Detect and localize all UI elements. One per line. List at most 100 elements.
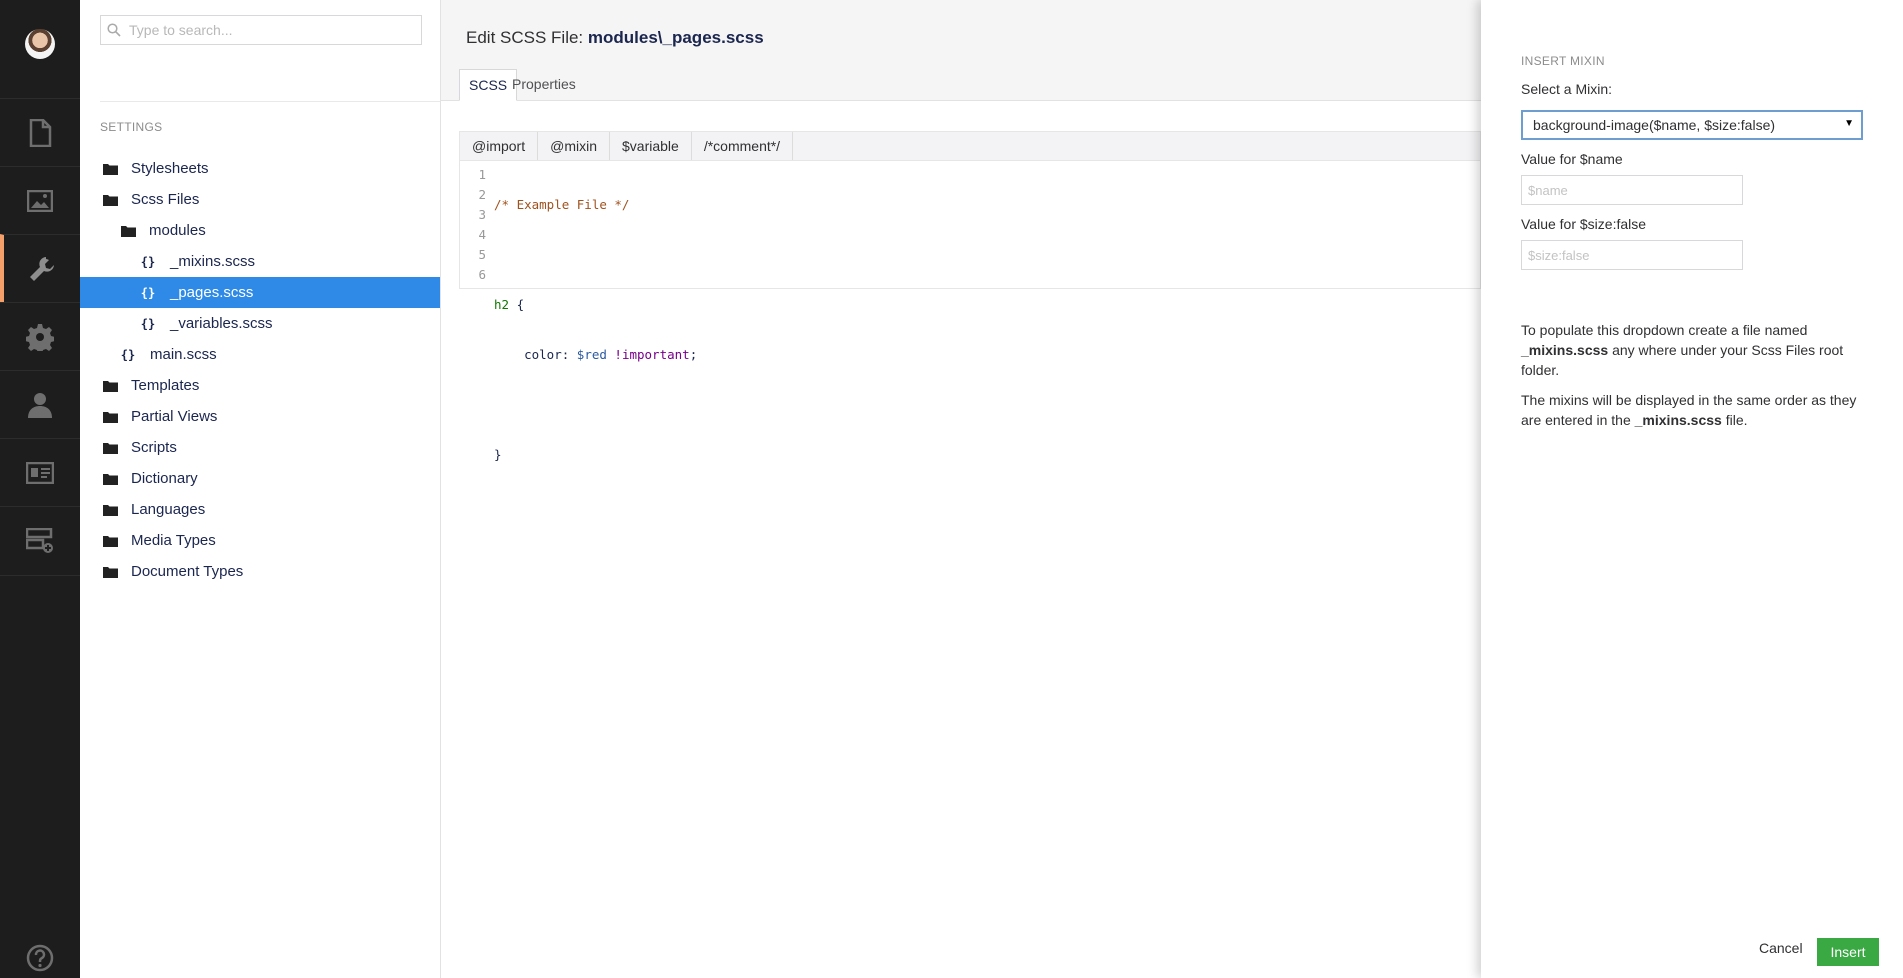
page-title-file: modules\_pages.scss xyxy=(587,28,764,47)
file-braces-icon: {} xyxy=(120,347,136,362)
mixin-select[interactable]: background-image($name, $size:false) ▼ xyxy=(1521,110,1863,140)
tab-properties[interactable]: Properties xyxy=(503,68,585,100)
insert-comment-button[interactable]: /*comment*/ xyxy=(692,132,794,160)
file-braces-icon: {} xyxy=(140,254,156,269)
settings-section-button[interactable] xyxy=(0,234,80,303)
tree-node-label: Scripts xyxy=(131,439,177,456)
tree-node-label: Scss Files xyxy=(131,191,200,208)
line-number: 4 xyxy=(478,227,486,242)
tree-node-mixins-scss[interactable]: {} _mixins.scss xyxy=(80,246,440,277)
page-title-prefix: Edit SCSS File: xyxy=(466,28,584,47)
document-icon xyxy=(29,119,52,147)
name-value-label: Value for $name xyxy=(1521,151,1623,167)
tree-node-label: Document Types xyxy=(131,563,244,580)
person-icon xyxy=(28,393,52,418)
tree-node-scss-files[interactable]: Scss Files xyxy=(80,184,440,215)
insert-mixin-button[interactable]: @mixin xyxy=(538,132,610,160)
tree-search[interactable] xyxy=(100,15,422,45)
user-avatar[interactable] xyxy=(25,29,55,59)
code-toolbar: @import @mixin $variable /*comment*/ xyxy=(459,131,1481,161)
line-number: 3 xyxy=(478,207,486,222)
tree-node-stylesheets[interactable]: Stylesheets xyxy=(80,153,440,184)
folder-icon xyxy=(120,223,136,239)
code-comment: /* Example File */ xyxy=(494,197,630,212)
settings-tree-panel: SETTINGS Stylesheets Scss Files modules … xyxy=(80,0,441,978)
tree-node-pages-scss[interactable]: {} _pages.scss xyxy=(80,277,440,308)
code-brace: { xyxy=(509,297,525,312)
tree-node-scripts[interactable]: Scripts xyxy=(80,432,440,463)
dialog-title: INSERT MIXIN xyxy=(1521,54,1605,68)
code-line: color: $red !important; xyxy=(494,345,697,365)
search-input[interactable] xyxy=(127,21,411,39)
folder-icon xyxy=(102,409,118,425)
line-number: 5 xyxy=(478,247,486,262)
users-section-button[interactable] xyxy=(0,370,80,439)
tree-node-modules[interactable]: modules xyxy=(80,215,440,246)
help-text: To populate this dropdown create a file … xyxy=(1521,322,1808,338)
tree-node-label: Templates xyxy=(131,377,200,394)
tree-node-languages[interactable]: Languages xyxy=(80,494,440,525)
cancel-button[interactable]: Cancel xyxy=(1759,940,1803,956)
tree-node-partial-views[interactable]: Partial Views xyxy=(80,401,440,432)
help-icon[interactable] xyxy=(26,944,54,972)
code-editor[interactable]: 1 2 3 4 5 6 /* Example File */ h2 { colo… xyxy=(459,161,1481,462)
folder-icon xyxy=(102,192,118,208)
select-mixin-label: Select a Mixin: xyxy=(1521,81,1613,97)
dropdown-caret-icon: ▼ xyxy=(1844,118,1854,129)
tree-node-label: main.scss xyxy=(150,346,217,363)
insert-button[interactable]: Insert xyxy=(1817,938,1879,966)
code-property: color: xyxy=(494,347,577,362)
code-selector: h2 xyxy=(494,297,510,312)
tree-node-label: modules xyxy=(149,222,206,239)
tree-node-label: Stylesheets xyxy=(131,160,209,177)
members-section-button[interactable] xyxy=(0,438,80,507)
id-card-icon xyxy=(26,462,54,484)
folder-icon xyxy=(102,533,118,549)
tree-node-media-types[interactable]: Media Types xyxy=(80,525,440,556)
tree-node-document-types[interactable]: Document Types xyxy=(80,556,440,587)
page-title: Edit SCSS File: modules\_pages.scss xyxy=(466,28,764,48)
image-icon xyxy=(27,190,53,212)
app-sidebar xyxy=(0,0,80,978)
insert-mixin-dialog: INSERT MIXIN Select a Mixin: background-… xyxy=(1481,0,1903,978)
tree-node-dictionary[interactable]: Dictionary xyxy=(80,463,440,494)
size-value-input[interactable] xyxy=(1521,240,1743,270)
wrench-icon xyxy=(30,257,54,281)
line-number: 6 xyxy=(478,267,486,282)
tree-node-main-scss[interactable]: {} main.scss xyxy=(80,339,440,370)
code-variable: $red xyxy=(576,347,607,362)
tree-node-templates[interactable]: Templates xyxy=(80,370,440,401)
code-brace: } xyxy=(494,447,502,462)
code-line: } xyxy=(494,445,697,465)
folder-icon xyxy=(102,378,118,394)
forms-icon xyxy=(26,528,53,553)
forms-section-button[interactable] xyxy=(0,506,80,576)
folder-icon xyxy=(102,471,118,487)
tree-node-label: _mixins.scss xyxy=(170,253,256,270)
file-braces-icon: {} xyxy=(140,316,156,331)
tree-node-label: Media Types xyxy=(131,532,216,549)
tree-node-label: Languages xyxy=(131,501,206,518)
folder-icon xyxy=(102,440,118,456)
line-number: 1 xyxy=(478,167,486,182)
tree-node-label: _variables.scss xyxy=(170,315,273,332)
help-text: file. xyxy=(1725,412,1748,428)
code-semicolon: ; xyxy=(689,347,698,362)
media-section-button[interactable] xyxy=(0,166,80,235)
developer-section-button[interactable] xyxy=(0,302,80,371)
line-number-gutter: 1 2 3 4 5 6 xyxy=(460,165,486,285)
tree-node-variables-scss[interactable]: {} _variables.scss xyxy=(80,308,440,339)
code-line: /* Example File */ xyxy=(494,195,697,215)
tree-section-title: SETTINGS xyxy=(100,120,163,134)
dialog-help-text-2: The mixins will be displayed in the same… xyxy=(1521,390,1876,430)
code-line: h2 { xyxy=(494,295,697,315)
insert-variable-button[interactable]: $variable xyxy=(610,132,692,160)
help-text-filename: _mixins.scss xyxy=(1634,412,1722,428)
search-icon xyxy=(107,23,121,37)
insert-import-button[interactable]: @import xyxy=(460,132,539,160)
file-braces-icon: {} xyxy=(140,285,156,300)
name-value-input[interactable] xyxy=(1521,175,1743,205)
content-section-button[interactable] xyxy=(0,98,80,167)
